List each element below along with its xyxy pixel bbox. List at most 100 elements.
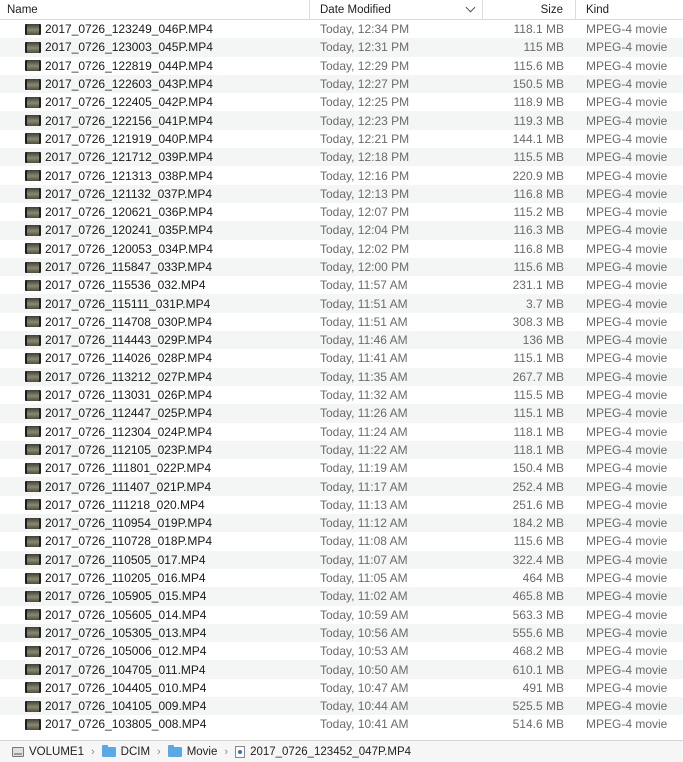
file-name: 2017_0726_113031_026P.MP4 [45, 388, 213, 403]
table-row[interactable]: 2017_0726_111407_021P.MP4 Today, 11:17 AM… [0, 477, 683, 496]
table-row[interactable]: 2017_0726_115847_033P.MP4 Today, 12:00 PM… [0, 257, 683, 277]
table-row[interactable]: 2017_0726_112447_025P.MP4 Today, 11:26 AM… [0, 404, 683, 423]
table-row[interactable]: 2017_0726_111801_022P.MP4 Today, 11:19 AM… [0, 459, 683, 477]
file-name-cell: 2017_0726_122156_041P.MP4 [0, 114, 310, 128]
path-item-file[interactable]: 2017_0726_123452_047P.MP4 [235, 745, 411, 758]
table-row[interactable]: 2017_0726_121132_037P.MP4 Today, 12:13 PM… [0, 184, 683, 203]
kind-cell: MPEG-4 movie [586, 314, 668, 329]
table-row[interactable]: 2017_0726_121313_038P.MP4 Today, 12:16 PM… [0, 166, 683, 184]
movie-file-icon [235, 745, 246, 758]
table-row[interactable]: 2017_0726_112105_023P.MP4 Today, 11:22 AM… [0, 440, 683, 460]
kind-cell: MPEG-4 movie [586, 95, 668, 110]
table-row[interactable]: 2017_0726_114443_029P.MP4 Today, 11:46 AM… [0, 331, 683, 350]
table-row[interactable]: 2017_0726_113212_027P.MP4 Today, 11:35 AM… [0, 367, 683, 386]
kind-cell: MPEG-4 movie [586, 168, 668, 183]
table-row[interactable]: 2017_0726_122156_041P.MP4 Today, 12:23 PM… [0, 111, 683, 130]
table-row[interactable]: 2017_0726_114708_030P.MP4 Today, 11:51 AM… [0, 313, 683, 331]
file-name: 2017_0726_123003_045P.MP4 [45, 40, 213, 55]
size-cell: 115.1 MB [513, 406, 564, 421]
table-row[interactable]: 2017_0726_111218_020.MP4 Today, 11:13 AM 2… [0, 496, 683, 514]
file-name: 2017_0726_112105_023P.MP4 [45, 442, 213, 457]
table-row[interactable]: 2017_0726_104105_009.MP4 Today, 10:44 AM 5… [0, 696, 683, 716]
date-modified-cell: Today, 11:26 AM [320, 406, 408, 421]
table-row[interactable]: 2017_0726_123249_046P.MP4 Today, 12:34 PM… [0, 20, 683, 38]
file-name: 2017_0726_114443_029P.MP4 [45, 333, 213, 348]
path-separator: › [224, 745, 229, 758]
table-row[interactable]: 2017_0726_110728_018P.MP4 Today, 11:08 AM… [0, 532, 683, 550]
table-row[interactable]: 2017_0726_123003_045P.MP4 Today, 12:31 PM… [0, 38, 683, 57]
date-modified-cell: Today, 11:12 AM [320, 516, 408, 531]
size-cell: 115.6 MB [513, 58, 564, 73]
table-row[interactable]: 2017_0726_105605_014.MP4 Today, 10:59 AM 5… [0, 606, 683, 624]
table-row[interactable]: 2017_0726_110505_017.MP4 Today, 11:07 AM 3… [0, 550, 683, 569]
size-cell: 115 MB [523, 40, 564, 55]
file-name-cell: 2017_0726_122819_044P.MP4 [0, 59, 310, 73]
column-header-kind-label: Kind [586, 3, 610, 16]
table-row[interactable]: 2017_0726_122819_044P.MP4 Today, 12:29 PM… [0, 57, 683, 75]
date-modified-cell: Today, 12:00 PM [320, 260, 410, 274]
table-row[interactable]: 2017_0726_112304_024P.MP4 Today, 11:24 AM… [0, 423, 683, 441]
path-item-dcim[interactable]: DCIM [101, 744, 150, 758]
table-row[interactable]: 2017_0726_110205_016.MP4 Today, 11:05 AM 4… [0, 569, 683, 587]
chevron-down-icon[interactable] [465, 2, 476, 13]
table-row[interactable]: 2017_0726_103805_008.MP4 Today, 10:41 AM 5… [0, 715, 683, 733]
file-name: 2017_0726_120241_035P.MP4 [45, 223, 213, 238]
table-row[interactable]: 2017_0726_105305_013.MP4 Today, 10:56 AM 5… [0, 623, 683, 643]
file-name-cell: 2017_0726_105905_015.MP4 [0, 589, 310, 603]
table-row[interactable]: 2017_0726_122405_042P.MP4 Today, 12:25 PM… [0, 93, 683, 111]
column-header-kind[interactable]: Kind [576, 0, 683, 20]
file-name: 2017_0726_123249_046P.MP4 [45, 22, 213, 37]
path-item-volume[interactable]: VOLUME1 [12, 746, 84, 758]
kind-cell: MPEG-4 movie [586, 333, 668, 348]
table-row[interactable]: 2017_0726_115536_032.MP4 Today, 11:57 AM 2… [0, 276, 683, 294]
file-name: 2017_0726_122819_044P.MP4 [45, 58, 213, 73]
date-modified-cell: Today, 10:41 AM [320, 717, 409, 732]
date-modified-cell: Today, 10:59 AM [320, 607, 409, 622]
date-modified-cell: Today, 10:50 AM [320, 662, 409, 677]
table-row[interactable]: 2017_0726_120621_036P.MP4 Today, 12:07 PM… [0, 203, 683, 221]
table-row[interactable]: 2017_0726_114026_028P.MP4 Today, 11:41 AM… [0, 349, 683, 367]
table-row[interactable]: 2017_0726_115111_031P.MP4 Today, 11:51 AM… [0, 294, 683, 313]
path-separator: › [90, 745, 95, 758]
table-row[interactable]: 2017_0726_105006_012.MP4 Today, 10:53 AM 4… [0, 642, 683, 660]
table-row[interactable]: 2017_0726_104705_011.MP4 Today, 10:50 AM 6… [0, 660, 683, 679]
date-modified-cell: Today, 12:31 PM [320, 40, 410, 55]
video-thumbnail-icon [25, 279, 41, 291]
size-cell: 220.9 MB [512, 168, 564, 183]
file-name-cell: 2017_0726_120241_035P.MP4 [0, 223, 310, 237]
table-row[interactable]: 2017_0726_121919_040P.MP4 Today, 12:21 PM… [0, 130, 683, 148]
kind-cell: MPEG-4 movie [586, 461, 668, 476]
video-thumbnail-icon [25, 389, 41, 401]
column-header-size[interactable]: Size [483, 0, 576, 20]
video-thumbnail-icon [25, 718, 41, 730]
video-thumbnail-icon [25, 115, 41, 127]
kind-cell: MPEG-4 movie [586, 406, 668, 421]
table-row[interactable]: 2017_0726_120241_035P.MP4 Today, 12:04 PM… [0, 221, 683, 240]
date-modified-cell: Today, 11:08 AM [320, 534, 408, 549]
column-header-date-label: Date Modified [320, 3, 391, 16]
table-row[interactable]: 2017_0726_110954_019P.MP4 Today, 11:12 AM… [0, 514, 683, 533]
file-name: 2017_0726_111218_020.MP4 [45, 497, 205, 512]
date-modified-cell: Today, 12:21 PM [320, 131, 410, 146]
file-name-cell: 2017_0726_113031_026P.MP4 [0, 388, 310, 402]
file-name-cell: 2017_0726_120053_034P.MP4 [0, 242, 310, 256]
kind-cell: MPEG-4 movie [586, 150, 668, 165]
table-row[interactable]: 2017_0726_121712_039P.MP4 Today, 12:18 PM… [0, 148, 683, 167]
table-row[interactable]: 2017_0726_105905_015.MP4 Today, 11:02 AM 4… [0, 587, 683, 606]
kind-cell: MPEG-4 movie [586, 260, 668, 274]
kind-cell: MPEG-4 movie [586, 351, 668, 366]
column-header-name[interactable]: Name [0, 0, 310, 20]
table-row[interactable]: 2017_0726_122603_043P.MP4 Today, 12:27 PM… [0, 74, 683, 94]
column-header-bar: Name Date Modified Size Kind [0, 0, 683, 20]
kind-cell: MPEG-4 movie [586, 22, 668, 37]
path-item-movie[interactable]: Movie [167, 744, 217, 758]
table-row[interactable]: 2017_0726_104405_010.MP4 Today, 10:47 AM 4… [0, 679, 683, 697]
video-thumbnail-icon [25, 133, 41, 145]
table-row[interactable]: 2017_0726_113031_026P.MP4 Today, 11:32 AM… [0, 386, 683, 404]
column-header-date-modified[interactable]: Date Modified [310, 0, 483, 20]
file-name-cell: 2017_0726_122603_043P.MP4 [0, 77, 310, 91]
size-cell: 119.3 MB [513, 113, 564, 128]
file-name-cell: 2017_0726_114708_030P.MP4 [0, 315, 310, 329]
table-row[interactable]: 2017_0726_120053_034P.MP4 Today, 12:02 PM… [0, 240, 683, 258]
file-name-cell: 2017_0726_121132_037P.MP4 [0, 187, 310, 201]
